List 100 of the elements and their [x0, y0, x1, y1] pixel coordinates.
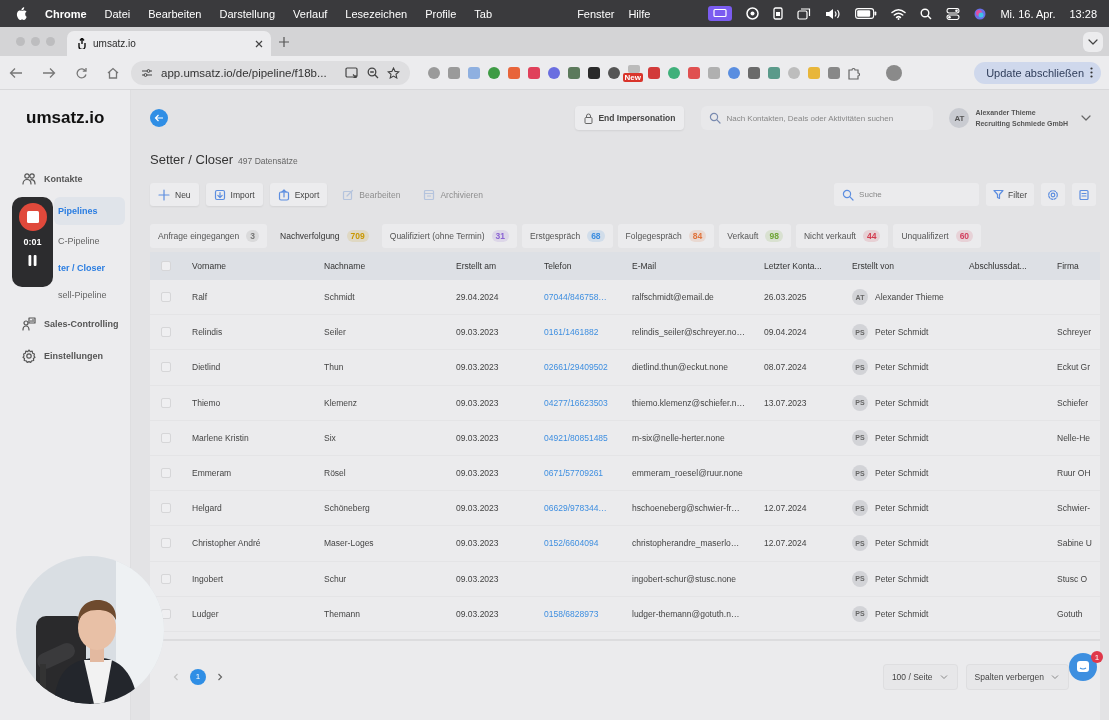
table-cell: Peter Schmidt [875, 397, 929, 408]
count-badge: 98 [765, 230, 783, 242]
table-cell-text: 09.03.2023 [456, 397, 500, 408]
sidebar-item[interactable]: Kontakte [8, 165, 125, 193]
global-search-field[interactable]: Nach Kontakten, Deals oder Aktivitäten suchen [701, 106, 934, 130]
table-cell-text: Sabine U [1057, 538, 1093, 549]
menu-bar-time[interactable]: 13:28 [1069, 7, 1097, 20]
table-cell-text: Klemenz [324, 397, 359, 408]
menu-item[interactable]: Fenster [577, 7, 615, 20]
table-cell-text: 09.03.2023 [456, 327, 500, 338]
column-header[interactable]: E-Mail [632, 261, 764, 271]
column-header[interactable]: Abschlussdat... [969, 261, 1057, 271]
table-cell-text: Themann [324, 608, 361, 619]
menu-item[interactable]: Tab [474, 7, 493, 20]
menu-bar-date[interactable]: Mi. 16. Apr. [1000, 7, 1056, 20]
table-cell-text: 09.03.2023 [456, 608, 500, 619]
count-badge: 44 [862, 230, 881, 242]
menu-item[interactable]: Datei [104, 7, 131, 20]
page-size-select[interactable]: 100 / Seite [883, 664, 957, 689]
address-bar[interactable]: app.umsatz.io/de/pipeline/f18b... [131, 60, 410, 85]
menu-item[interactable]: Bearbeiten [148, 7, 202, 20]
sidebar-item[interactable]: Einstellungen [8, 342, 125, 370]
column-header[interactable]: Erstellt von [852, 261, 969, 271]
table-cell-text: 13.07.2023 [764, 397, 808, 408]
app-menu[interactable]: Chrome [45, 7, 87, 20]
toolbar-button[interactable]: Neu [150, 183, 199, 206]
table-cell-text: Schiefer [1057, 397, 1090, 408]
stage-tab[interactable]: Unqualifizert 60 [893, 224, 982, 248]
table-cell: Peter Schmidt [875, 362, 929, 373]
table-cell-text: Eckut Gr [1057, 362, 1092, 373]
table-cell-text: hschoeneberg@schwier-fr… [632, 503, 741, 514]
column-header[interactable]: Vorname [192, 261, 324, 271]
update-button[interactable]: Update abschließen [974, 61, 1101, 84]
table-cell-text: 09.03.2023 [456, 468, 500, 479]
menu-item[interactable]: Verlauf [293, 7, 328, 20]
table-cell-text: Emmeram [192, 468, 233, 479]
table-cell: Peter Schmidt [875, 503, 929, 514]
menu-item[interactable]: Lesezeichen [345, 7, 408, 20]
table-cell-text: 12.07.2024 [764, 503, 808, 514]
table-cell: Peter Schmidt [875, 573, 929, 584]
table-cell-text: Thun [324, 362, 345, 373]
column-header[interactable]: Firma [1057, 261, 1100, 271]
browser-tab[interactable]: umsatz.io [67, 31, 271, 56]
sidebar-subitem[interactable]: ter / Closer [55, 256, 125, 279]
table-cell-text: Stusc O [1057, 573, 1089, 584]
table-cell-text: Gotuth [1057, 608, 1084, 619]
column-header[interactable]: Letzter Konta... [764, 261, 852, 271]
user-avatar[interactable]: AT [949, 108, 970, 128]
new-badge: New [622, 73, 644, 82]
column-header[interactable]: Telefon [544, 261, 632, 271]
column-header[interactable]: Nachname [324, 261, 456, 271]
menu-item[interactable]: Darstellung [219, 7, 276, 20]
filter-button[interactable]: Filter [986, 183, 1034, 206]
count-badge: 60 [955, 230, 974, 242]
table-cell-text: Nelle-He [1057, 432, 1092, 443]
table-cell-text: Marlene Kristin [192, 432, 250, 443]
table-cell-text: ludger-themann@gotuth.n… [632, 608, 741, 619]
count-badge: 709 [346, 230, 369, 242]
table-cell-text: Ruur OH [1057, 468, 1092, 479]
stage-tab[interactable]: Qualifiziert (ohne Termin) 31 [381, 224, 518, 248]
sidebar-subitem[interactable]: C-Pipeline [55, 229, 125, 252]
stage-tab[interactable]: Verkauft 98 [719, 224, 791, 248]
toolbar-button[interactable]: Import [205, 183, 263, 206]
menu-item[interactable]: Hilfe [628, 7, 651, 20]
table-cell-text: 09.03.2023 [456, 503, 500, 514]
table-cell-text: 29.04.2024 [456, 292, 500, 303]
table-cell: Peter Schmidt [875, 468, 929, 479]
table-cell: Peter Schmidt [875, 538, 929, 549]
table-cell: Peter Schmidt [875, 432, 929, 443]
table-cell-text: Ingobert [192, 573, 225, 584]
stage-tab[interactable]: Nachverfolgung 709 [272, 224, 377, 248]
stage-tab[interactable]: Nicht verkauft 44 [795, 224, 889, 248]
page-title: Setter / Closer [150, 152, 234, 167]
table-cell-text: dietlind.thun@eckut.none [632, 362, 730, 373]
table-cell-text: 08.07.2024 [764, 362, 808, 373]
hide-columns-select[interactable]: Spalten verbergen [966, 664, 1068, 689]
table-cell-text: m-six@nelle-herter.none [632, 432, 726, 443]
table-cell-text: Dietlind [192, 362, 222, 373]
table-cell: Peter Schmidt [875, 327, 929, 338]
table-cell-text: Schreyer [1057, 327, 1092, 338]
search-field[interactable]: Suche [834, 183, 980, 206]
table-cell-text: Six [324, 432, 337, 443]
sidebar-subitem[interactable]: sell-Pipeline [55, 283, 125, 306]
table-cell-text: relindis_seiler@schreyer.no… [632, 327, 747, 338]
table-cell-text: Relindis [192, 327, 224, 338]
table-cell-text: Thiemo [192, 397, 222, 408]
sidebar-item[interactable]: Sales-Controlling [8, 310, 125, 338]
count-badge: 68 [587, 230, 605, 242]
table-cell-text: 09.04.2024 [764, 327, 808, 338]
table-cell-text: 12.07.2024 [764, 538, 808, 549]
table-cell-text: 09.03.2023 [456, 362, 500, 373]
end-impersonation-button[interactable]: End Impersonation [575, 106, 685, 130]
toolbar-button[interactable]: Export [269, 183, 328, 206]
stage-tab[interactable]: Folgegespräch 84 [617, 224, 715, 248]
stage-tab[interactable]: Anfrage eingegangen 3 [150, 224, 268, 248]
table-cell-text: Schur [324, 573, 348, 584]
table-cell-text: 09.03.2023 [456, 573, 500, 584]
column-header[interactable]: Erstellt am [456, 261, 544, 271]
menu-item[interactable]: Profile [425, 7, 457, 20]
stage-tab[interactable]: Erstgespräch 68 [522, 224, 613, 248]
